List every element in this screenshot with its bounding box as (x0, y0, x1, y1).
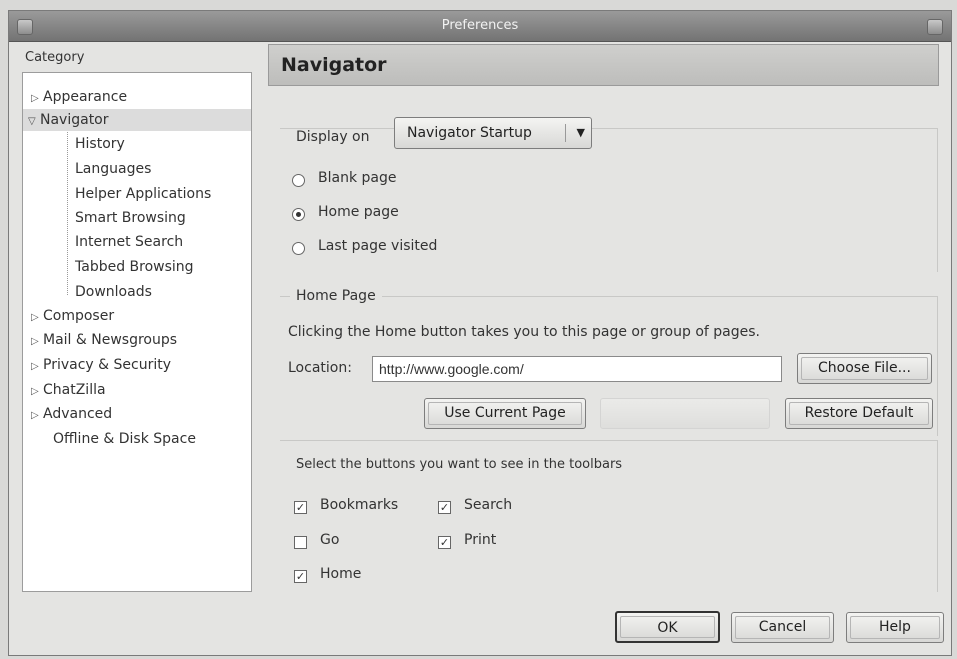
tree-guide-line (67, 111, 68, 295)
sidebar-item-privacy-security[interactable]: ▷ Privacy & Security (31, 354, 171, 376)
radio-blank-page[interactable] (292, 174, 305, 187)
checkbox-bookmarks[interactable]: ✓ (294, 501, 307, 514)
use-current-page-button[interactable]: Use Current Page (424, 398, 586, 429)
expand-arrow-icon[interactable]: ▷ (31, 88, 43, 110)
dropdown-separator (565, 124, 566, 142)
sidebar-item-mail-newsgroups[interactable]: ▷ Mail & Newsgroups (31, 329, 177, 351)
sidebar-item-label: Mail & Newsgroups (43, 332, 178, 348)
radio-selected-dot (296, 212, 301, 217)
sidebar-item-downloads[interactable]: Downloads (75, 281, 152, 303)
expand-arrow-icon[interactable]: ▷ (31, 381, 43, 403)
location-input[interactable] (372, 356, 782, 382)
expand-arrow-icon[interactable]: ▷ (31, 405, 43, 427)
restore-default-label: Restore Default (804, 405, 914, 421)
sidebar-item-tabbed-browsing[interactable]: Tabbed Browsing (75, 256, 194, 278)
choose-file-button[interactable]: Choose File... (797, 353, 932, 384)
dropdown-arrow-icon: ▼ (576, 126, 585, 139)
cancel-label: Cancel (758, 619, 807, 635)
sidebar-item-chatzilla[interactable]: ▷ ChatZilla (31, 379, 106, 401)
collapse-arrow-icon[interactable]: ▽ (28, 111, 40, 133)
checkbox-label-go[interactable]: Go (320, 532, 339, 548)
radio-label-blank-page[interactable]: Blank page (318, 170, 396, 186)
sidebar-item-offline-disk-space[interactable]: Offline & Disk Space (53, 428, 196, 450)
title-bar[interactable]: Preferences (9, 11, 951, 42)
home-page-description: Clicking the Home button takes you to th… (288, 324, 760, 340)
sidebar-item-advanced[interactable]: ▷ Advanced (31, 403, 112, 425)
choose-file-label: Choose File... (818, 360, 911, 376)
toolbar-description: Select the buttons you want to see in th… (296, 457, 623, 472)
radio-home-page[interactable] (292, 208, 305, 221)
checkbox-label-search[interactable]: Search (464, 497, 512, 513)
sidebar-item-label: Privacy & Security (43, 357, 171, 373)
sidebar-item-label: Navigator (40, 112, 109, 128)
sidebar-item-label: Appearance (43, 89, 128, 105)
checkbox-go[interactable] (294, 536, 307, 549)
display-on-value: Navigator Startup (407, 125, 532, 141)
category-label: Category (25, 50, 85, 65)
checkbox-home[interactable]: ✓ (294, 570, 307, 583)
radio-label-home-page[interactable]: Home page (318, 204, 399, 220)
page-title: Navigator (281, 54, 387, 76)
home-page-group-label: Home Page (290, 288, 382, 304)
use-current-page-label: Use Current Page (444, 405, 566, 421)
checkbox-print[interactable]: ✓ (438, 536, 451, 549)
sidebar-item-history[interactable]: History (75, 133, 125, 155)
ok-label: OK (657, 620, 678, 636)
help-label: Help (879, 619, 911, 635)
radio-last-page-visited[interactable] (292, 242, 305, 255)
display-on-dropdown[interactable]: Navigator Startup ▼ (394, 117, 592, 149)
expand-arrow-icon[interactable]: ▷ (31, 356, 43, 378)
sidebar-item-label: Composer (43, 308, 115, 324)
sidebar-item-helper-applications[interactable]: Helper Applications (75, 183, 211, 205)
category-tree[interactable]: ▷ Appearance ▽ Navigator History Languages… (22, 72, 252, 592)
restore-default-button[interactable]: Restore Default (785, 398, 933, 429)
sidebar-item-languages[interactable]: Languages (75, 158, 151, 180)
window-title: Preferences (441, 18, 519, 33)
checkbox-label-home[interactable]: Home (320, 566, 361, 582)
disabled-button (600, 398, 770, 429)
sidebar-item-label: ChatZilla (43, 382, 106, 398)
radio-label-last-page-visited[interactable]: Last page visited (318, 238, 437, 254)
ok-button[interactable]: OK (615, 611, 720, 643)
sidebar-item-composer[interactable]: ▷ Composer (31, 305, 114, 327)
checkbox-label-bookmarks[interactable]: Bookmarks (320, 497, 398, 513)
pane-header: Navigator (268, 44, 939, 86)
sidebar-item-internet-search[interactable]: Internet Search (75, 231, 183, 253)
checkbox-label-print[interactable]: Print (464, 532, 496, 548)
sidebar-item-appearance[interactable]: ▷ Appearance (31, 86, 127, 108)
window-close-icon[interactable] (927, 19, 943, 35)
help-button[interactable]: Help (846, 612, 944, 643)
checkbox-search[interactable]: ✓ (438, 501, 451, 514)
expand-arrow-icon[interactable]: ▷ (31, 331, 43, 353)
sidebar-item-smart-browsing[interactable]: Smart Browsing (75, 207, 186, 229)
expand-arrow-icon[interactable]: ▷ (31, 307, 43, 329)
sidebar-item-navigator[interactable]: ▽ Navigator (23, 109, 251, 131)
display-on-label: Display on (296, 129, 370, 145)
location-label: Location: (288, 360, 352, 376)
cancel-button[interactable]: Cancel (731, 612, 834, 643)
sidebar-item-label: Advanced (43, 406, 113, 422)
